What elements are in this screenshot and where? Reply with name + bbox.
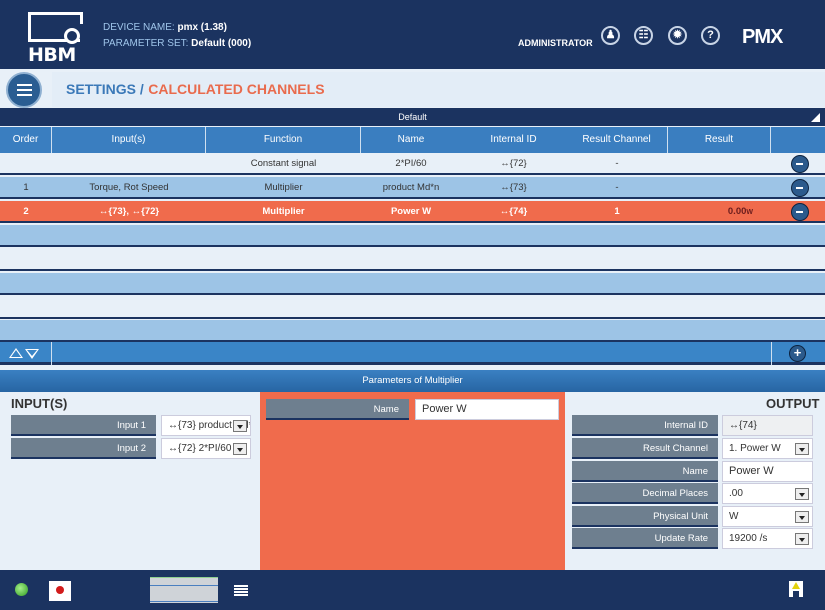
breadcrumb: SETTINGS / CALCULATED CHANNELS	[52, 72, 825, 107]
settings-star-icon[interactable]: ✹	[668, 26, 687, 45]
inputs-section-title: INPUT(S)	[11, 396, 68, 411]
device-name-value: pmx (1.38)	[177, 22, 227, 33]
input-2-select[interactable]: ↔{72} 2*PI/60	[161, 438, 251, 459]
col-actions	[771, 127, 825, 153]
table-header: Order Input(s) Function Name Internal ID…	[0, 127, 825, 153]
result-channel-select[interactable]: 1. Power W	[722, 438, 813, 459]
decimal-places-select[interactable]: .00	[722, 483, 813, 504]
table-row[interactable]: Constant signal 2*PI/60 ↔{72} -	[0, 153, 825, 175]
physical-unit-select[interactable]: W	[722, 506, 813, 527]
input-2-label: Input 2	[11, 438, 156, 459]
signal-preview-chart[interactable]	[150, 577, 218, 603]
pmx-brand: PMX	[742, 26, 783, 48]
table-footer: +	[0, 342, 825, 365]
function-name-label: Name	[266, 399, 409, 420]
result-channel-label: Result Channel	[572, 438, 718, 459]
dropdown-arrow-icon[interactable]	[795, 443, 809, 455]
status-led-icon	[15, 583, 28, 596]
decimal-places-label: Decimal Places	[572, 483, 718, 504]
col-function: Function	[206, 127, 361, 153]
device-name-label: DEVICE NAME:	[103, 22, 175, 33]
input-1-label: Input 1	[11, 415, 156, 436]
function-name-input[interactable]: Power W	[415, 399, 559, 420]
breadcrumb-section[interactable]: SETTINGS /	[66, 81, 144, 97]
globe-icon[interactable]: ☷	[634, 26, 653, 45]
user-icon[interactable]: ♟	[601, 26, 620, 45]
status-bar	[0, 570, 825, 610]
internal-id-value: ↔{74}	[722, 415, 813, 436]
output-section-title: OUTPUT	[766, 396, 820, 411]
move-down-icon[interactable]	[25, 349, 39, 359]
col-inputs: Input(s)	[52, 127, 206, 153]
collapse-corner-icon[interactable]	[811, 113, 820, 122]
output-name-input[interactable]: Power W	[722, 461, 813, 482]
table-title: Default	[0, 108, 825, 126]
app-header: HBM DEVICE NAME: pmx (1.38) PARAMETER SE…	[0, 0, 825, 69]
remove-row-button[interactable]	[791, 179, 809, 197]
output-name-label: Name	[572, 461, 718, 482]
col-result-channel: Result Channel	[566, 127, 668, 153]
input-1-select[interactable]: ↔{73} product Md*n	[161, 415, 251, 436]
params-title: Parameters of Multiplier	[0, 370, 825, 392]
col-order: Order	[0, 127, 52, 153]
help-icon[interactable]: ?	[701, 26, 720, 45]
empty-row	[0, 320, 825, 342]
remove-row-button[interactable]	[791, 203, 809, 221]
empty-row	[0, 297, 825, 319]
dropdown-arrow-icon[interactable]	[795, 533, 809, 545]
user-role[interactable]: ADMINISTRATOR	[518, 38, 593, 48]
table-row-selected[interactable]: 2 ↔{73}, ↔{72} Multiplier Power W ↔{74} …	[0, 201, 825, 223]
add-channel-button[interactable]: +	[789, 345, 806, 362]
parameter-set-label: PARAMETER SET:	[103, 38, 189, 49]
col-name: Name	[397, 134, 425, 145]
table-row[interactable]: 1 Torque, Rot Speed Multiplier product M…	[0, 177, 825, 199]
internal-id-label: Internal ID	[572, 415, 718, 436]
save-warning-icon[interactable]	[789, 581, 803, 597]
move-up-icon[interactable]	[9, 348, 23, 358]
physical-unit-label: Physical Unit	[572, 506, 718, 527]
parameter-set-value: Default (000)	[191, 38, 252, 49]
breadcrumb-page: CALCULATED CHANNELS	[148, 81, 325, 97]
update-rate-select[interactable]: 19200 /s	[722, 528, 813, 549]
list-view-icon[interactable]	[234, 585, 248, 596]
codesys-icon[interactable]	[49, 581, 71, 601]
col-result: Result	[668, 127, 771, 153]
result-value: 0.00W	[727, 206, 753, 217]
dropdown-arrow-icon[interactable]	[795, 511, 809, 523]
reorder-controls	[0, 342, 52, 365]
col-internal-id: Internal ID	[490, 134, 537, 145]
device-info: DEVICE NAME: pmx (1.38) PARAMETER SET: D…	[103, 20, 251, 52]
dropdown-arrow-icon[interactable]	[233, 443, 247, 455]
empty-row	[0, 249, 825, 271]
hbm-logo: HBM	[28, 12, 84, 66]
dropdown-arrow-icon[interactable]	[795, 488, 809, 500]
remove-row-button[interactable]	[791, 155, 809, 173]
empty-row	[0, 225, 825, 247]
empty-row	[0, 273, 825, 295]
main-menu-button[interactable]	[6, 72, 42, 108]
dropdown-arrow-icon[interactable]	[233, 420, 247, 432]
update-rate-label: Update Rate	[572, 528, 718, 549]
menu-list-icon	[17, 84, 32, 96]
